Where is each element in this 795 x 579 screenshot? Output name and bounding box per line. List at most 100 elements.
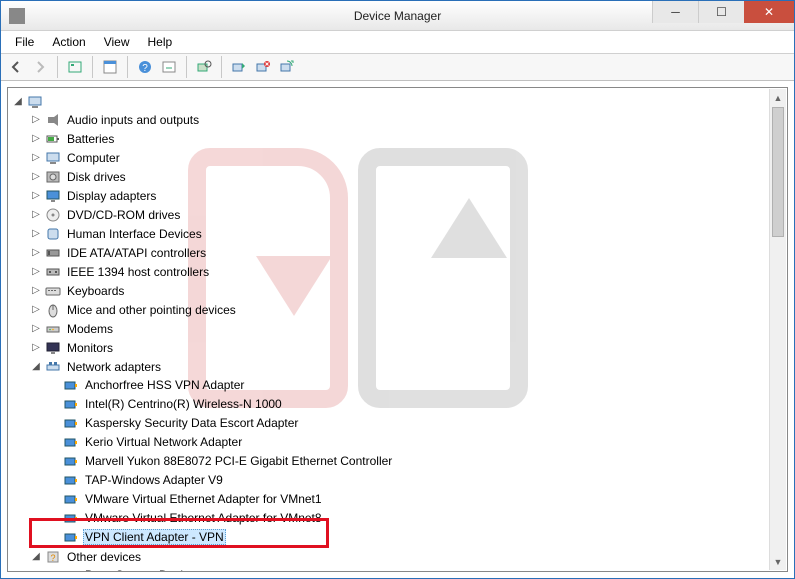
- vertical-scrollbar[interactable]: ▲ ▼: [769, 89, 786, 570]
- menu-help[interactable]: Help: [140, 33, 181, 51]
- ieee1394-icon: [45, 264, 61, 280]
- category-label: Mice and other pointing devices: [65, 303, 238, 317]
- network-icon: [45, 359, 61, 375]
- nic-icon: [63, 434, 79, 450]
- hid-icon: [45, 226, 61, 242]
- audio-icon: [45, 112, 61, 128]
- minimize-button[interactable]: ─: [652, 1, 698, 23]
- toolbar-separator: [221, 56, 222, 78]
- nic-icon: [63, 510, 79, 526]
- title-bar: Device Manager ─ ☐ ✕: [1, 1, 794, 31]
- expand-icon[interactable]: ▷: [30, 152, 42, 164]
- category-node[interactable]: ▷Monitors: [30, 339, 787, 356]
- expand-icon[interactable]: ▷: [30, 342, 42, 354]
- category-node[interactable]: ▷ Mice and other pointing devices: [30, 301, 787, 318]
- expand-icon[interactable]: ▷: [30, 266, 42, 278]
- keyboard-icon: [45, 283, 61, 299]
- category-label: Audio inputs and outputs: [65, 113, 201, 127]
- category-node[interactable]: ▷ Display adapters: [30, 187, 787, 204]
- category-label: DVD/CD-ROM drives: [65, 208, 182, 222]
- nic-icon: [63, 491, 79, 507]
- nic-icon: [63, 396, 79, 412]
- display-icon: [45, 188, 61, 204]
- category-label: Human Interface Devices: [65, 227, 204, 241]
- nic-icon: [63, 453, 79, 469]
- device-node[interactable]: ▷Anchorfree HSS VPN Adapter: [48, 376, 787, 393]
- disk-icon: [45, 169, 61, 185]
- collapse-icon[interactable]: ◢: [30, 551, 42, 563]
- window-controls: ─ ☐ ✕: [652, 1, 794, 23]
- category-node[interactable]: ◢Network adapters: [30, 358, 787, 375]
- category-label: IDE ATA/ATAPI controllers: [65, 246, 208, 260]
- enable-button[interactable]: [228, 56, 250, 78]
- other-icon: ?: [45, 549, 61, 565]
- menu-action[interactable]: Action: [44, 33, 93, 51]
- svg-text:?: ?: [50, 553, 55, 563]
- device-node[interactable]: ▷Marvell Yukon 88E8072 PCI-E Gigabit Eth…: [48, 452, 787, 469]
- expand-icon[interactable]: ▷: [30, 228, 42, 240]
- device-label: Kaspersky Security Data Escort Adapter: [83, 416, 300, 430]
- properties-button[interactable]: [99, 56, 121, 78]
- category-node[interactable]: ▷Modems: [30, 320, 787, 337]
- show-hidden-button[interactable]: [64, 56, 86, 78]
- svg-text:?: ?: [142, 63, 148, 74]
- scan-hardware-button[interactable]: [193, 56, 215, 78]
- scroll-thumb[interactable]: [772, 107, 784, 237]
- expand-icon[interactable]: ▷: [30, 171, 42, 183]
- collapse-icon[interactable]: ◢: [12, 96, 24, 108]
- expand-icon[interactable]: ▷: [30, 114, 42, 126]
- device-node[interactable]: ▷Intel(R) Centrino(R) Wireless-N 1000: [48, 395, 787, 412]
- legacy-hardware-button[interactable]: [276, 56, 298, 78]
- tree-root-node[interactable]: ◢: [12, 93, 787, 110]
- device-node[interactable]: ▷VMware Virtual Ethernet Adapter for VMn…: [48, 509, 787, 526]
- category-node[interactable]: ▷ IDE ATA/ATAPI controllers: [30, 244, 787, 261]
- close-button[interactable]: ✕: [744, 1, 794, 23]
- maximize-button[interactable]: ☐: [698, 1, 744, 23]
- nic-icon: [63, 415, 79, 431]
- uninstall-button[interactable]: [252, 56, 274, 78]
- scroll-down-button[interactable]: ▼: [770, 553, 786, 570]
- forward-button[interactable]: [29, 56, 51, 78]
- category-node[interactable]: ▷ DVD/CD-ROM drives: [30, 206, 787, 223]
- category-node[interactable]: ▷Disk drives: [30, 168, 787, 185]
- help-button[interactable]: ?: [134, 56, 156, 78]
- modem-icon: [45, 321, 61, 337]
- expand-icon[interactable]: ▷: [30, 285, 42, 297]
- expand-icon[interactable]: ▷: [30, 133, 42, 145]
- computer-icon: [45, 150, 61, 166]
- back-button[interactable]: [5, 56, 27, 78]
- device-node[interactable]: ▷!Base System Device: [48, 566, 787, 572]
- device-tree[interactable]: ◢ ▷ Audio inputs and outputs ▷Batteries ▷Com…: [12, 92, 787, 572]
- device-node[interactable]: ▷VPN Client Adapter - VPN: [48, 528, 787, 545]
- category-node[interactable]: ▷ Human Interface Devices: [30, 225, 787, 242]
- menu-view[interactable]: View: [96, 33, 138, 51]
- category-label: Display adapters: [65, 189, 158, 203]
- category-node[interactable]: ▷Computer: [30, 149, 787, 166]
- update-driver-button[interactable]: [158, 56, 180, 78]
- expand-icon[interactable]: ▷: [30, 304, 42, 316]
- menu-file[interactable]: File: [7, 33, 42, 51]
- window-title: Device Manager: [354, 9, 441, 23]
- scroll-up-button[interactable]: ▲: [770, 89, 786, 106]
- device-node[interactable]: ▷VMware Virtual Ethernet Adapter for VMn…: [48, 490, 787, 507]
- device-node[interactable]: ▷Kaspersky Security Data Escort Adapter: [48, 414, 787, 431]
- content-area: ◢ ▷ Audio inputs and outputs ▷Batteries ▷Com…: [1, 81, 794, 578]
- category-node[interactable]: ◢?Other devices: [30, 548, 787, 565]
- nic-icon: [63, 529, 79, 545]
- device-tree-panel[interactable]: ◢ ▷ Audio inputs and outputs ▷Batteries ▷Com…: [7, 87, 788, 572]
- expand-icon[interactable]: ▷: [30, 209, 42, 221]
- menu-bar: File Action View Help: [1, 31, 794, 53]
- device-node[interactable]: ▷Kerio Virtual Network Adapter: [48, 433, 787, 450]
- toolbar-separator: [57, 56, 58, 78]
- expand-icon[interactable]: ▷: [30, 190, 42, 202]
- category-node[interactable]: ▷Batteries: [30, 130, 787, 147]
- category-node[interactable]: ▷IEEE 1394 host controllers: [30, 263, 787, 280]
- device-node[interactable]: ▷TAP-Windows Adapter V9: [48, 471, 787, 488]
- expand-icon[interactable]: ▷: [30, 247, 42, 259]
- category-node[interactable]: ▷ Audio inputs and outputs: [30, 111, 787, 128]
- expand-icon[interactable]: ▷: [30, 323, 42, 335]
- nic-icon: [63, 472, 79, 488]
- dvd-icon: [45, 207, 61, 223]
- collapse-icon[interactable]: ◢: [30, 361, 42, 373]
- category-node[interactable]: ▷Keyboards: [30, 282, 787, 299]
